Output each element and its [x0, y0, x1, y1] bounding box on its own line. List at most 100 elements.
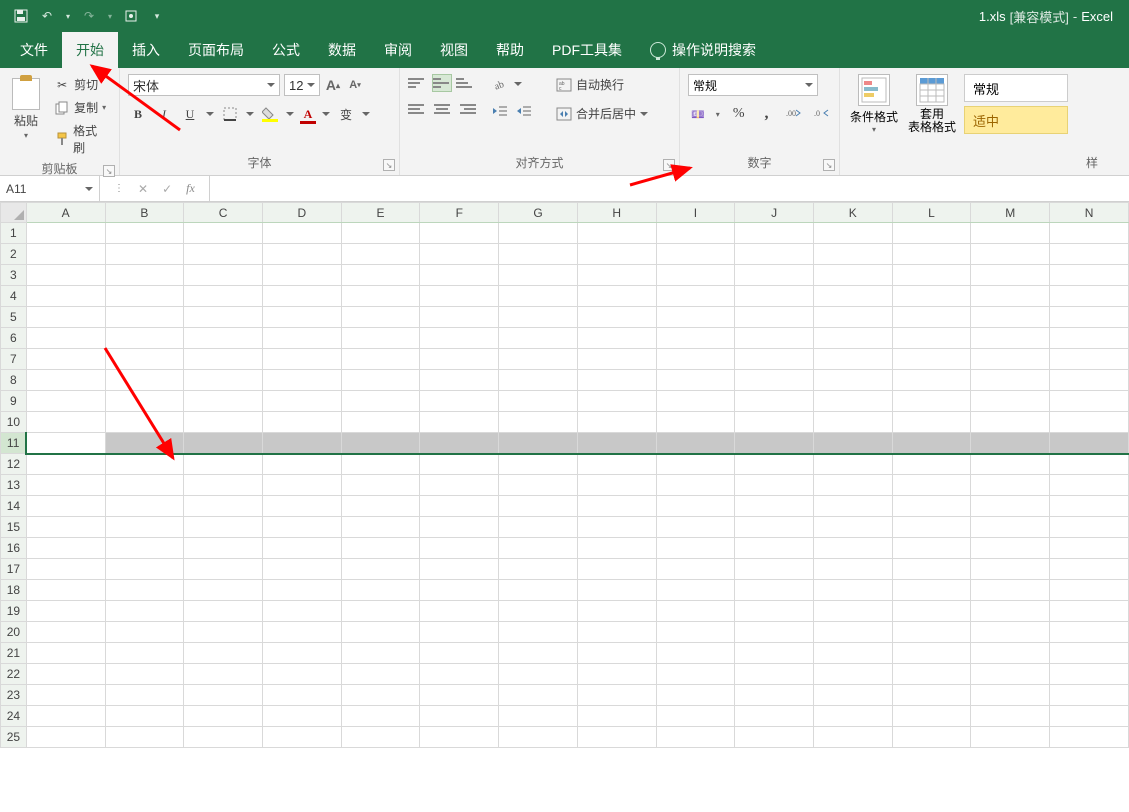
cell[interactable] — [184, 244, 263, 265]
cell[interactable] — [420, 664, 499, 685]
column-header[interactable]: N — [1050, 203, 1129, 223]
cell[interactable] — [499, 538, 578, 559]
column-header[interactable]: K — [813, 203, 892, 223]
tab-formulas[interactable]: 公式 — [258, 32, 314, 68]
cell[interactable] — [1050, 496, 1129, 517]
number-format-select[interactable]: 常规 — [688, 74, 818, 96]
cell[interactable] — [813, 601, 892, 622]
cell-style-neutral[interactable]: 适中 — [964, 106, 1068, 134]
cell[interactable] — [341, 244, 420, 265]
cell[interactable] — [577, 265, 656, 286]
cell[interactable] — [184, 664, 263, 685]
cell[interactable] — [341, 328, 420, 349]
cell[interactable] — [656, 349, 735, 370]
cell[interactable] — [735, 727, 814, 748]
cell[interactable] — [1050, 622, 1129, 643]
grow-font-button[interactable]: A▴ — [324, 75, 342, 95]
paste-button[interactable]: 粘贴 ▾ — [8, 74, 44, 158]
cell[interactable] — [341, 307, 420, 328]
cell[interactable] — [813, 223, 892, 244]
cell[interactable] — [656, 538, 735, 559]
cell[interactable] — [892, 517, 971, 538]
cell[interactable] — [735, 244, 814, 265]
cell[interactable] — [105, 433, 184, 454]
cell[interactable] — [105, 622, 184, 643]
cell[interactable] — [577, 391, 656, 412]
cell[interactable] — [577, 244, 656, 265]
cell[interactable] — [499, 517, 578, 538]
cell[interactable] — [892, 412, 971, 433]
cell[interactable] — [184, 601, 263, 622]
qat-more-icon[interactable]: ▾ — [148, 7, 166, 25]
format-painter-button[interactable]: 格式刷 — [50, 120, 111, 158]
cell[interactable] — [1050, 706, 1129, 727]
cell[interactable] — [499, 244, 578, 265]
cell[interactable] — [971, 496, 1050, 517]
cell[interactable] — [341, 349, 420, 370]
row-header[interactable]: 21 — [1, 643, 27, 664]
cell[interactable] — [105, 475, 184, 496]
cell[interactable] — [105, 706, 184, 727]
cell[interactable] — [577, 643, 656, 664]
cell[interactable] — [184, 328, 263, 349]
cell[interactable] — [735, 286, 814, 307]
cell[interactable] — [26, 244, 105, 265]
cell[interactable] — [341, 433, 420, 454]
cell[interactable] — [499, 706, 578, 727]
cell[interactable] — [262, 454, 341, 475]
cell[interactable] — [656, 454, 735, 475]
cell[interactable] — [420, 370, 499, 391]
cell[interactable] — [499, 622, 578, 643]
cell[interactable] — [499, 475, 578, 496]
fill-dropdown[interactable] — [286, 104, 294, 124]
cell[interactable] — [656, 643, 735, 664]
cell[interactable] — [26, 538, 105, 559]
formula-input[interactable] — [210, 176, 1129, 201]
cancel-icon[interactable]: ✕ — [138, 182, 148, 196]
cell[interactable] — [813, 349, 892, 370]
cell[interactable] — [971, 349, 1050, 370]
cell[interactable] — [892, 223, 971, 244]
column-header[interactable]: L — [892, 203, 971, 223]
cut-button[interactable]: ✂ 剪切 — [50, 74, 111, 95]
cell[interactable] — [892, 391, 971, 412]
cell[interactable] — [420, 244, 499, 265]
cell[interactable] — [184, 622, 263, 643]
cell[interactable] — [26, 370, 105, 391]
column-header[interactable]: B — [105, 203, 184, 223]
cell[interactable] — [735, 685, 814, 706]
cell[interactable] — [420, 622, 499, 643]
expand-bar-icon[interactable]: ⋮ — [114, 183, 124, 194]
row-header[interactable]: 3 — [1, 265, 27, 286]
align-center-button[interactable] — [432, 100, 452, 118]
align-bottom-button[interactable] — [456, 74, 476, 92]
save-icon[interactable] — [12, 7, 30, 25]
cell[interactable] — [892, 664, 971, 685]
cell[interactable] — [26, 433, 105, 454]
cell[interactable] — [735, 328, 814, 349]
tab-page-layout[interactable]: 页面布局 — [174, 32, 258, 68]
cell[interactable] — [499, 328, 578, 349]
cell[interactable] — [813, 475, 892, 496]
cell[interactable] — [577, 601, 656, 622]
cell[interactable] — [105, 664, 184, 685]
cell[interactable] — [184, 559, 263, 580]
cell[interactable] — [499, 580, 578, 601]
cell[interactable] — [971, 622, 1050, 643]
cell[interactable] — [1050, 559, 1129, 580]
cell[interactable] — [1050, 475, 1129, 496]
row-header[interactable]: 6 — [1, 328, 27, 349]
cell[interactable] — [656, 286, 735, 307]
cell[interactable] — [184, 223, 263, 244]
cell[interactable] — [577, 454, 656, 475]
cell[interactable] — [735, 559, 814, 580]
cell[interactable] — [813, 643, 892, 664]
cell[interactable] — [262, 265, 341, 286]
cell[interactable] — [735, 622, 814, 643]
cell[interactable] — [105, 454, 184, 475]
cell[interactable] — [1050, 223, 1129, 244]
cell[interactable] — [656, 475, 735, 496]
font-color-dropdown[interactable] — [322, 104, 330, 124]
row-header[interactable]: 4 — [1, 286, 27, 307]
cell[interactable] — [341, 370, 420, 391]
